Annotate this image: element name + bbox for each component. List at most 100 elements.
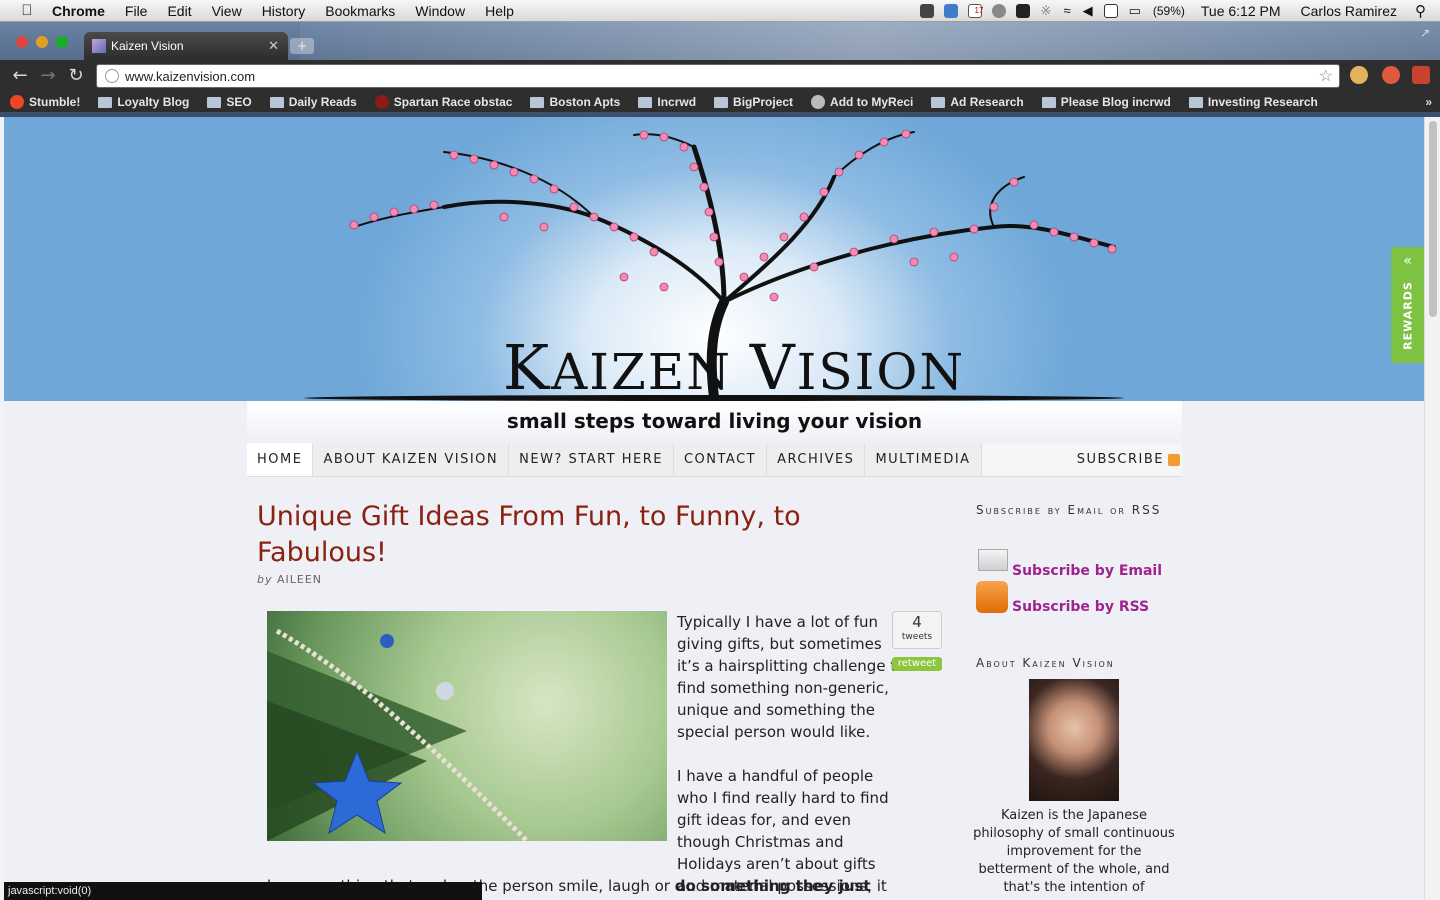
stumbleupon-icon: [10, 95, 24, 109]
menu-bookmarks[interactable]: Bookmarks: [315, 3, 405, 19]
nav-subscribe[interactable]: SUBSCRIBE: [1077, 443, 1182, 476]
main-nav: HOME ABOUT KAIZEN VISION NEW? START HERE…: [247, 443, 1182, 477]
bookmark-label: Stumble!: [29, 95, 81, 109]
bookmark-bigproject[interactable]: BigProject: [704, 95, 801, 109]
logo-word: AIZEN: [551, 343, 750, 401]
nav-archives[interactable]: ARCHIVES: [767, 443, 866, 476]
post-image-christmas-star: [267, 611, 667, 841]
wrench-icon[interactable]: [1412, 66, 1430, 84]
tab-kaizen-vision[interactable]: Kaizen Vision ✕: [84, 32, 288, 60]
robot-icon[interactable]: [919, 3, 934, 18]
dropbox-icon[interactable]: [943, 3, 958, 18]
sidebar-about-text: Kaizen is the Japanese philosophy of sma…: [973, 808, 1175, 895]
page-scrollbar[interactable]: [1424, 117, 1440, 900]
rewards-tab[interactable]: « REWARDS: [1391, 247, 1424, 363]
subscribe-email-link[interactable]: Subscribe by Email: [1012, 563, 1162, 579]
paw-icon[interactable]: [1015, 3, 1030, 18]
folder-icon: [1041, 96, 1056, 108]
clock[interactable]: Tue 6:12 PM: [1191, 3, 1291, 19]
volume-icon[interactable]: ◀: [1077, 3, 1099, 19]
forward-button[interactable]: →: [36, 65, 60, 86]
back-button[interactable]: ←: [8, 65, 32, 86]
bookmark-investing-research[interactable]: Investing Research: [1179, 95, 1326, 109]
nav-multimedia[interactable]: MULTIMEDIA: [865, 443, 982, 476]
site-logo-text[interactable]: KAIZEN VISION: [424, 331, 1044, 404]
bookmark-label: Daily Reads: [288, 95, 357, 109]
logo-letter: V: [749, 331, 797, 404]
status-bubble: javascript:void(0): [4, 882, 482, 900]
scrollbar-thumb[interactable]: [1429, 121, 1437, 317]
bookmark-add-to-myreci[interactable]: Add to MyReci: [801, 95, 921, 109]
bookmark-please-blog-incrwd[interactable]: Please Blog incrwd: [1032, 95, 1179, 109]
bookmark-label: Please Blog incrwd: [1060, 95, 1171, 109]
folder-icon: [530, 96, 545, 108]
post-byline: by AILEEN: [257, 573, 322, 586]
post-title[interactable]: Unique Gift Ideas From Fun, to Funny, to…: [257, 499, 897, 571]
bookmark-boston-apts[interactable]: Boston Apts: [520, 95, 628, 109]
nav-start-here[interactable]: NEW? START HERE: [509, 443, 674, 476]
address-bar[interactable]: www.kaizenvision.com ☆: [96, 64, 1340, 88]
retweet-button[interactable]: retweet: [892, 657, 942, 671]
folder-icon: [714, 96, 729, 108]
bookmark-label: Ad Research: [950, 95, 1024, 109]
menu-app-chrome[interactable]: Chrome: [42, 3, 115, 19]
apple-icon[interactable]: : [12, 2, 42, 19]
fullscreen-icon[interactable]: ↗: [1420, 26, 1430, 40]
bluetooth-icon[interactable]: ※: [1035, 3, 1058, 19]
extension-face-icon[interactable]: [1350, 66, 1368, 84]
wifi-icon[interactable]: ≈: [1057, 3, 1076, 18]
keyboard-icon[interactable]: [1103, 3, 1118, 18]
bookmark-incrwd[interactable]: Incrwd: [628, 95, 704, 109]
zoom-window-button[interactable]: [56, 36, 68, 48]
extension-chat-icon[interactable]: [1382, 66, 1400, 84]
post-author[interactable]: AILEEN: [277, 573, 322, 586]
drive-icon[interactable]: [991, 3, 1006, 18]
bookmark-daily-reads[interactable]: Daily Reads: [260, 95, 365, 109]
bookmark-ad-research[interactable]: Ad Research: [921, 95, 1031, 109]
menu-edit[interactable]: Edit: [157, 3, 201, 19]
globe-icon: [105, 69, 119, 83]
christmas-ornament-image: [267, 628, 529, 841]
new-tab-button[interactable]: +: [290, 38, 314, 54]
rewards-label: REWARDS: [1401, 281, 1415, 350]
menu-history[interactable]: History: [252, 3, 316, 19]
menu-view[interactable]: View: [202, 3, 252, 19]
spartan-icon: [374, 95, 389, 109]
menu-help[interactable]: Help: [475, 3, 524, 19]
rss-feed-icon[interactable]: [976, 581, 1008, 613]
bookmark-seo[interactable]: SEO: [197, 95, 259, 109]
close-tab-icon[interactable]: ✕: [268, 38, 279, 54]
browser-chrome: Kaizen Vision ✕ + ↗ ← → ↻ www.kaizenvisi…: [0, 22, 1440, 117]
menu-file[interactable]: File: [115, 3, 158, 19]
menu-window[interactable]: Window: [405, 3, 475, 19]
bookmark-loyalty-blog[interactable]: Loyalty Blog: [88, 95, 197, 109]
battery-icon[interactable]: ▭: [1123, 3, 1147, 19]
folder-icon: [1188, 96, 1203, 108]
bookmark-star-icon[interactable]: ☆: [1319, 66, 1333, 86]
calendar-icon[interactable]: 17: [967, 3, 983, 18]
author-avatar: [1029, 679, 1119, 801]
user-name[interactable]: Carlos Ramirez: [1291, 3, 1407, 19]
bookmark-stumble[interactable]: Stumble!: [0, 95, 88, 109]
folder-icon: [98, 96, 113, 108]
close-window-button[interactable]: [16, 36, 28, 48]
reload-button[interactable]: ↻: [64, 65, 88, 86]
tweet-label: tweets: [901, 632, 933, 642]
nav-about[interactable]: ABOUT KAIZEN VISION: [313, 443, 510, 476]
subscribe-rss-link[interactable]: Subscribe by RSS: [1012, 599, 1149, 615]
folder-icon: [931, 96, 946, 108]
chevron-right-icon[interactable]: »: [1425, 95, 1432, 109]
bookmark-spartan-race[interactable]: Spartan Race obstac: [365, 95, 521, 109]
chevron-left-icon: «: [1403, 253, 1412, 269]
sidebar-subscribe-heading: Subscribe by Email or RSS: [976, 503, 1162, 517]
folder-icon: [638, 96, 653, 108]
email-icon[interactable]: [978, 549, 1008, 571]
bookmark-label: Add to MyReci: [830, 95, 914, 109]
nav-home[interactable]: HOME: [247, 443, 314, 476]
tweet-count-box[interactable]: 4 tweets: [892, 611, 942, 649]
spotlight-search-icon[interactable]: ⚲: [1407, 2, 1440, 20]
url-text[interactable]: www.kaizenvision.com: [125, 69, 255, 84]
minimize-window-button[interactable]: [36, 36, 48, 48]
nav-contact[interactable]: CONTACT: [673, 443, 768, 476]
bookmark-label: Incrwd: [657, 95, 697, 109]
